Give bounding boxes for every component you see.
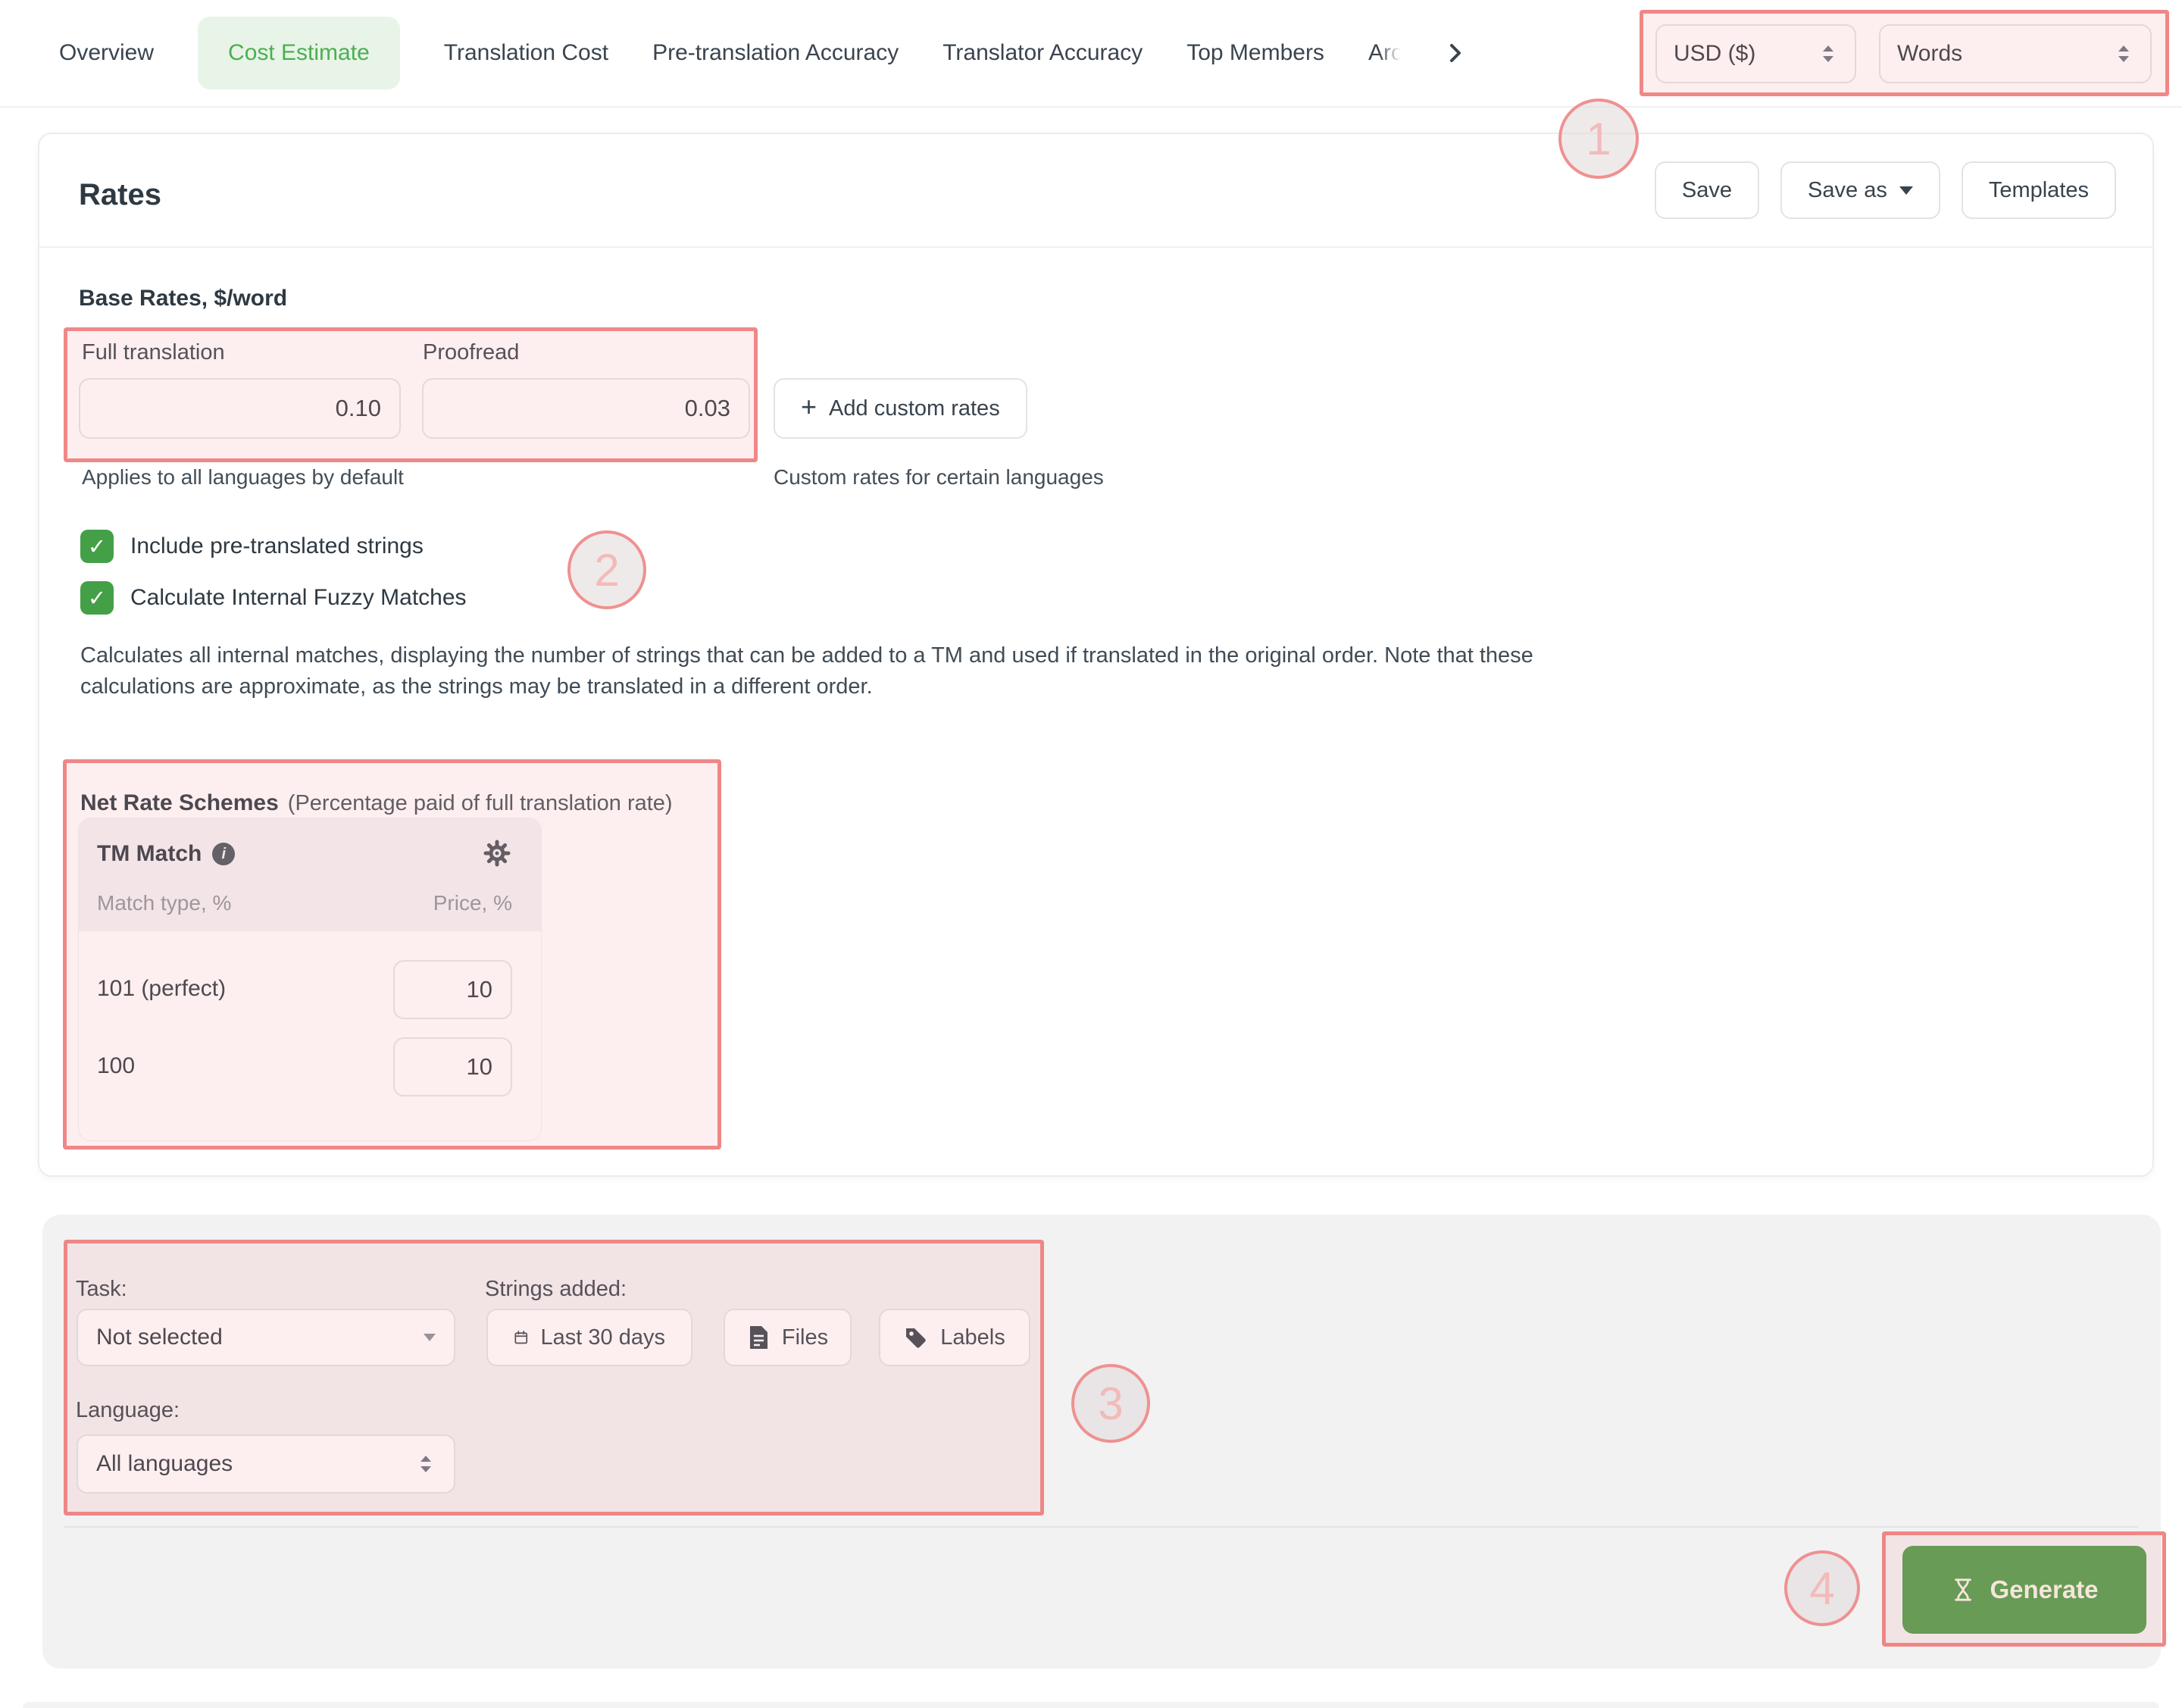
tag-icon: [904, 1325, 928, 1350]
generate-label: Generate: [1990, 1575, 2098, 1604]
file-icon: [747, 1325, 770, 1350]
match-type-100-label: 100: [97, 1053, 135, 1079]
task-select[interactable]: Not selected: [77, 1309, 455, 1366]
fuzzy-matches-description: Calculates all internal matches, display…: [80, 640, 1603, 702]
units-select[interactable]: Words: [1879, 24, 2152, 83]
tab-cost-estimate[interactable]: Cost Estimate: [198, 17, 400, 89]
files-filter-button[interactable]: Files: [724, 1309, 852, 1366]
task-label: Task:: [76, 1277, 127, 1302]
net-rate-schemes-title: Net Rate Schemes (Percentage paid of full…: [80, 790, 673, 816]
tab-overview[interactable]: Overview: [59, 40, 154, 66]
language-select-value: All languages: [96, 1451, 233, 1477]
caret-down-icon: [1899, 186, 1913, 195]
full-translation-label: Full translation: [82, 340, 225, 365]
language-label: Language:: [76, 1398, 180, 1423]
match-type-101-label: 101 (perfect): [97, 976, 226, 1002]
labels-filter-button[interactable]: Labels: [879, 1309, 1030, 1366]
base-rates-hint: Applies to all languages by default: [82, 465, 404, 490]
units-select-value: Words: [1897, 41, 1962, 67]
tab-translator-accuracy[interactable]: Translator Accuracy: [943, 40, 1143, 66]
calendar-icon: [514, 1325, 529, 1350]
rates-card: Rates Save Save as Templates Base Rates,…: [38, 133, 2154, 1177]
page-title: Rates: [79, 178, 161, 212]
tab-archived-truncated[interactable]: Arc: [1368, 40, 1402, 66]
tab-top-members[interactable]: Top Members: [1186, 40, 1324, 66]
gear-icon: [483, 840, 511, 867]
checkbox-checked-icon[interactable]: ✓: [80, 530, 114, 563]
proofread-input[interactable]: [422, 378, 750, 439]
add-custom-rates-button[interactable]: + Add custom rates: [774, 378, 1027, 439]
tab-pre-translation-accuracy[interactable]: Pre-translation Accuracy: [652, 40, 899, 66]
templates-button[interactable]: Templates: [1962, 161, 2116, 219]
chevron-right-icon: [1442, 39, 1469, 67]
strings-added-label: Strings added:: [485, 1277, 627, 1302]
net-rate-schemes-subtitle: (Percentage paid of full translation rat…: [288, 791, 673, 815]
add-custom-rates-label: Add custom rates: [829, 396, 1000, 421]
tab-translation-cost[interactable]: Translation Cost: [444, 40, 608, 66]
match-type-column-header: Match type, %: [97, 891, 231, 915]
base-rates-title: Base Rates, $/word: [79, 286, 287, 311]
language-select[interactable]: All languages: [77, 1434, 455, 1494]
tm-match-card: TM Match i Match type, % Price, %: [79, 818, 541, 1140]
proofread-label: Proofread: [423, 340, 519, 365]
save-as-button[interactable]: Save as: [1780, 161, 1940, 219]
currency-select-value: USD ($): [1674, 41, 1755, 67]
hourglass-icon: [1950, 1577, 1976, 1603]
save-button[interactable]: Save: [1655, 161, 1759, 219]
generate-report-panel: Task: Not selected Strings added: Last 3…: [42, 1215, 2161, 1669]
internal-fuzzy-label: Calculate Internal Fuzzy Matches: [130, 585, 467, 611]
select-arrows-icon: [416, 1453, 436, 1475]
date-range-label: Last 30 days: [541, 1325, 665, 1350]
checkbox-checked-icon[interactable]: ✓: [80, 581, 114, 615]
price-101-input[interactable]: [393, 960, 512, 1019]
save-as-label: Save as: [1808, 178, 1887, 203]
tm-match-header: TM Match i Match type, % Price, %: [79, 818, 541, 931]
tabs-overflow-button[interactable]: [1442, 39, 1469, 67]
custom-rates-hint: Custom rates for certain languages: [774, 465, 1104, 490]
net-rate-schemes-heading: Net Rate Schemes: [80, 790, 279, 815]
tm-match-title: TM Match: [97, 841, 202, 867]
panel-divider: [64, 1526, 2138, 1528]
tm-match-settings-button[interactable]: [483, 840, 511, 871]
select-arrows-icon: [2114, 42, 2134, 65]
select-arrows-icon: [1818, 42, 1838, 65]
price-column-header: Price, %: [433, 891, 512, 915]
full-translation-input[interactable]: [79, 378, 401, 439]
include-pretranslated-checkbox-row[interactable]: ✓ Include pre-translated strings: [80, 530, 424, 563]
header-divider: [39, 246, 2152, 248]
currency-select[interactable]: USD ($): [1655, 24, 1856, 83]
price-100-input[interactable]: [393, 1037, 512, 1096]
plus-icon: +: [801, 393, 817, 421]
internal-fuzzy-checkbox-row[interactable]: ✓ Calculate Internal Fuzzy Matches: [80, 581, 467, 615]
generate-button[interactable]: Generate: [1902, 1546, 2146, 1634]
labels-filter-label: Labels: [940, 1325, 1005, 1350]
task-select-value: Not selected: [96, 1325, 223, 1350]
include-pretranslated-label: Include pre-translated strings: [130, 533, 424, 559]
card-header-buttons: Save Save as Templates: [1655, 161, 2116, 219]
info-icon[interactable]: i: [212, 843, 235, 865]
files-filter-label: Files: [782, 1325, 828, 1350]
caret-down-icon: [424, 1334, 436, 1341]
date-range-button[interactable]: Last 30 days: [486, 1309, 692, 1366]
next-section-edge: [23, 1702, 2159, 1708]
